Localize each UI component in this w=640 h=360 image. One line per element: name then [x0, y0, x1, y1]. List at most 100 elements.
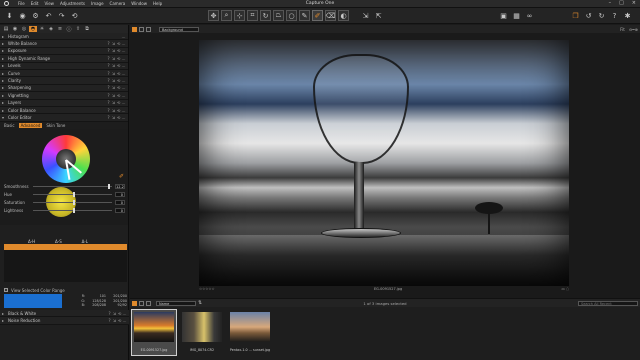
tool-black-white[interactable]: ▸ Black & White? ⇲ ⟲… [0, 310, 129, 318]
tool-options-icon[interactable]: … [121, 56, 126, 61]
color-tag-icon[interactable]: ▭ ◌ [562, 287, 569, 291]
slider-track[interactable] [33, 199, 112, 205]
thumbnail-view-icon[interactable] [132, 300, 137, 306]
tool-options-icon[interactable]: … [121, 41, 126, 46]
tool-exposure[interactable]: ▸ Exposure? ⇲ ⟲… [0, 47, 128, 56]
reset-icon[interactable]: ⟲ [69, 10, 80, 21]
proof-view-icon[interactable] [146, 26, 151, 32]
zoom-level[interactable]: Fit [620, 27, 625, 32]
tab-skin-tone[interactable]: Skin Tone [46, 123, 65, 128]
tool-options-icon[interactable]: … [121, 93, 126, 98]
sort-dropdown[interactable]: Name [156, 300, 196, 306]
sort-direction-icon[interactable]: ⇅ [198, 300, 202, 306]
maximize-icon[interactable]: □ [619, 0, 624, 6]
slider-track[interactable] [33, 191, 112, 197]
tool-color-balance[interactable]: ▸ Color Balance? ⇲ ⟲… [0, 106, 128, 115]
capture-icon[interactable]: ◉ [17, 10, 28, 21]
tool-options-icon[interactable]: … [121, 85, 126, 90]
lens-tab-icon[interactable]: ◎ [20, 26, 28, 32]
tool-color-editor[interactable]: ▾ Color Editor? ⇲ ⟲… [0, 114, 128, 122]
slider-value[interactable]: 12.2 [115, 183, 125, 189]
thumbnail-image[interactable] [134, 312, 174, 342]
process-icon[interactable]: ⚙ [30, 10, 41, 21]
redo-icon[interactable]: ↷ [56, 10, 67, 21]
thumbnail-image[interactable] [182, 312, 222, 342]
background-dropdown[interactable]: Background [159, 26, 199, 32]
batch-tab-icon[interactable]: ⧉ [83, 26, 91, 32]
paste-adjustments-icon[interactable]: ⇱ [373, 10, 384, 21]
gradient-tool-icon[interactable]: ◐ [338, 10, 349, 21]
keystone-tool-icon[interactable]: ⏢ [273, 10, 284, 21]
rotate-tool-icon[interactable]: ↻ [260, 10, 271, 21]
metadata-tab-icon[interactable]: ⓘ [65, 26, 73, 33]
slider-value[interactable]: 0 [115, 199, 125, 205]
slider-knob[interactable] [72, 199, 75, 205]
slider-track[interactable] [33, 207, 112, 213]
tool-white-balance[interactable]: ▸ White Balance? ⇲ ⟲… [0, 40, 128, 48]
minimize-icon[interactable]: – [609, 0, 612, 6]
workspace-icon[interactable]: ❐ [570, 10, 581, 21]
hue-slider[interactable]: Hue 0 [4, 191, 125, 197]
tool-options-icon[interactable]: … [121, 71, 126, 76]
filmstrip-view-icon[interactable] [146, 300, 151, 306]
eyedropper-icon[interactable]: ✐ [119, 173, 124, 180]
zoom-tool-icon[interactable]: ⌕ [221, 10, 232, 21]
adjustments-tab-icon[interactable]: ≡ [56, 26, 64, 32]
multi-view-icon[interactable] [139, 26, 144, 32]
zoom-slider-icon[interactable]: ⊖━⊕ [629, 27, 638, 32]
tool-options-icon[interactable]: … [122, 318, 127, 323]
undo-icon[interactable]: ↶ [43, 10, 54, 21]
tool-clarity[interactable]: ▸ Clarity? ⇲ ⟲… [0, 77, 128, 85]
single-view-icon[interactable] [132, 26, 137, 32]
details-tab-icon[interactable]: ◈ [47, 26, 55, 32]
thumbnail[interactable]: EG-0091527.jpg [131, 309, 177, 356]
saturation-slider[interactable]: Saturation 0 [4, 199, 125, 205]
main-image[interactable] [199, 40, 569, 286]
crop-tool-icon[interactable]: ⌗ [247, 10, 258, 21]
slider-track[interactable] [33, 183, 112, 189]
thumbnail-image[interactable] [230, 312, 270, 342]
rotate-left-icon[interactable]: ↺ [583, 10, 594, 21]
spot-removal-icon[interactable]: ○ [286, 10, 297, 21]
import-icon[interactable]: ⬇ [4, 10, 15, 21]
slider-value[interactable]: 0 [115, 191, 125, 197]
help-icon[interactable]: ? [609, 10, 620, 21]
tool-layers[interactable]: ▸ Layers? ⇲ ⟲… [0, 99, 128, 107]
settings-icon[interactable]: ✱ [622, 10, 633, 21]
tool-options-icon[interactable]: … [121, 78, 126, 83]
slider-knob[interactable] [72, 207, 75, 213]
color-tab-icon[interactable]: ◓ [29, 26, 37, 32]
tool-curve[interactable]: ▸ Curve? ⇲ ⟲… [0, 69, 128, 78]
search-input[interactable]: Search All Recent [578, 300, 638, 306]
tool-options-icon[interactable]: … [122, 311, 127, 316]
close-icon[interactable]: × [632, 0, 636, 6]
exposure-tab-icon[interactable]: ☀ [38, 26, 46, 32]
tab-basic[interactable]: Basic [4, 123, 15, 128]
slider-knob[interactable] [72, 191, 75, 197]
brush-tool-icon[interactable]: ✎ [299, 10, 310, 21]
picker-tool-icon[interactable]: ⊹ [234, 10, 245, 21]
rating-stars-icon[interactable]: ☆☆☆☆☆ [199, 287, 215, 291]
rotate-right-icon[interactable]: ↻ [596, 10, 607, 21]
library-tab-icon[interactable]: ▤ [2, 26, 10, 32]
thumbnail[interactable]: IMG_8074.CR2 [180, 310, 224, 355]
grid-icon[interactable]: ▦ [511, 10, 522, 21]
tool-histogram[interactable]: ▸ Histogram… [0, 33, 128, 41]
eraser-tool-icon[interactable]: ⌫ [325, 10, 336, 21]
list-view-icon[interactable] [139, 300, 144, 306]
tool-options-icon[interactable]: … [121, 63, 126, 68]
slider-value[interactable]: 0 [115, 207, 125, 213]
checkbox[interactable] [4, 288, 8, 292]
output-tab-icon[interactable]: ⇪ [74, 26, 82, 32]
lightness-slider[interactable]: Lightness 0 [4, 207, 125, 213]
capture-tab-icon[interactable]: ◉ [11, 26, 19, 32]
smoothness-slider[interactable]: Smoothness 12.2 [4, 183, 125, 189]
tab-advanced[interactable]: Advanced [18, 122, 43, 128]
slider-knob[interactable] [108, 183, 111, 189]
pan-tool-icon[interactable]: ✥ [208, 10, 219, 21]
color-picker-tool-icon[interactable]: ✐ [312, 10, 323, 21]
tool-options-icon[interactable]: … [121, 48, 126, 53]
tool-options-icon[interactable]: … [121, 100, 126, 105]
exposure-warning-icon[interactable]: ▣ [498, 10, 509, 21]
tool-options-icon[interactable]: … [121, 108, 126, 113]
